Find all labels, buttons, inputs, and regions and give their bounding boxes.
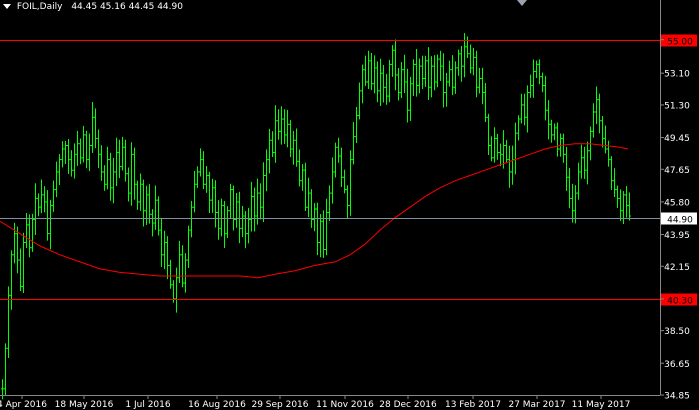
y-tick-label: 45.80 [664,198,690,208]
y-tick-label: 38.50 [664,327,690,337]
y-tick-label: 36.65 [664,360,690,370]
price-chart: 55.00 40.30 44.90 53.10 51.30 49.45 47.65 45.8… [0,0,697,410]
x-tick-label: 11 May 2017 [572,400,631,410]
chart-header: FOIL,Daily 44.45 45.16 44.45 44.90 [3,2,183,12]
x-tick-label: 11 Nov 2016 [316,400,374,410]
x-tick-label: 18 May 2016 [55,400,114,410]
ohlc-bars [1,33,631,400]
x-tick-label: 28 Dec 2016 [379,400,437,410]
symbol-timeframe: FOIL,Daily [16,2,63,12]
ohlc-values: 44.45 45.16 44.45 44.90 [71,2,183,12]
y-tick-label: 51.30 [664,101,690,111]
y-tick-label: 42.15 [664,263,690,273]
x-tick-label: 4 Apr 2016 [0,400,47,410]
y-tick-label: 34.85 [664,392,690,402]
current-price-label: 44.90 [667,216,693,226]
axes: 53.10 51.30 49.45 47.65 45.80 43.95 42.15 38.50… [0,0,690,410]
price-level-label: 55.00 [667,38,693,48]
shift-marker-icon[interactable] [517,0,527,6]
y-tick-label: 43.95 [664,231,690,241]
x-tick-label: 13 Feb 2017 [445,400,501,410]
y-tick-label: 47.65 [664,166,690,176]
price-level-label: 40.30 [667,297,693,307]
x-tick-label: 29 Sep 2016 [251,400,308,410]
y-tick-label: 49.45 [664,134,690,144]
x-tick-label: 1 Jul 2016 [125,400,170,410]
y-tick-label: 53.10 [664,70,690,80]
dropdown-arrow-icon[interactable] [3,4,11,9]
x-tick-label: 16 Aug 2016 [188,400,246,410]
x-tick-label: 27 Mar 2017 [508,400,565,410]
